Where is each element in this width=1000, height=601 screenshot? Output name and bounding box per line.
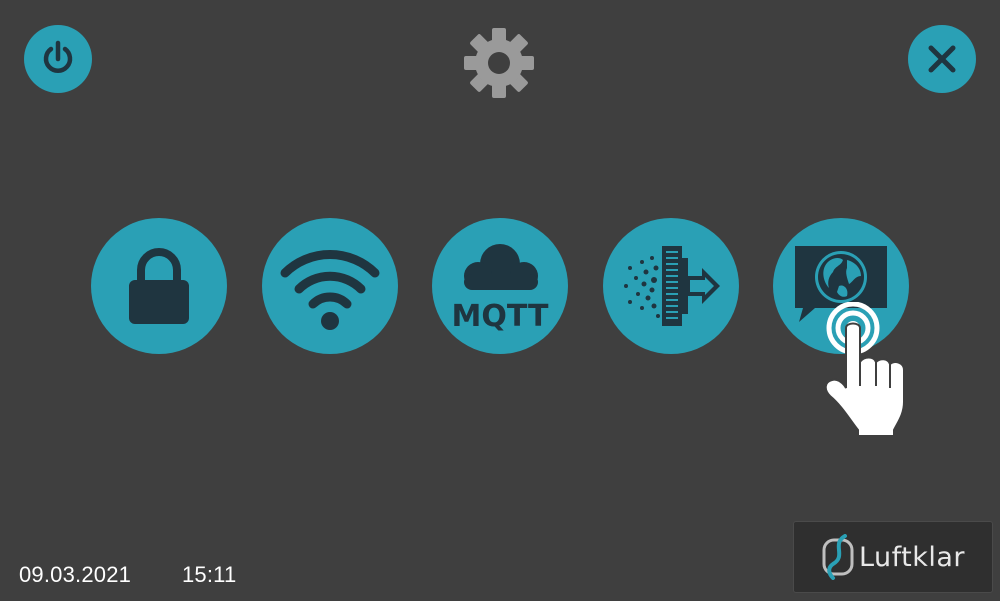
brand-name: Luftklar (858, 541, 966, 573)
filter-button[interactable] (603, 218, 739, 354)
mqtt-button[interactable]: MQTT (432, 218, 568, 354)
mqtt-label: MQTT (452, 299, 550, 334)
lock-icon (129, 248, 189, 324)
wifi-icon (280, 250, 380, 330)
lock-button[interactable] (91, 218, 227, 354)
filter-arrow-icon (624, 246, 720, 326)
cloud-mqtt-icon: MQTT (452, 244, 550, 334)
settings-screen: MQTT 09.03.2021 15:11 Luftklar (0, 0, 1000, 601)
power-button[interactable] (24, 25, 92, 93)
close-icon (928, 45, 956, 73)
hand-pointer-icon (824, 302, 905, 437)
wifi-button[interactable] (262, 218, 398, 354)
luftklar-logo-icon (822, 534, 854, 580)
power-icon (43, 40, 73, 73)
close-button[interactable] (908, 25, 976, 93)
brand-logo: Luftklar (793, 521, 993, 593)
gear-icon (464, 28, 534, 98)
date-display: 09.03.2021 (19, 562, 132, 587)
time-display: 15:11 (182, 562, 237, 587)
